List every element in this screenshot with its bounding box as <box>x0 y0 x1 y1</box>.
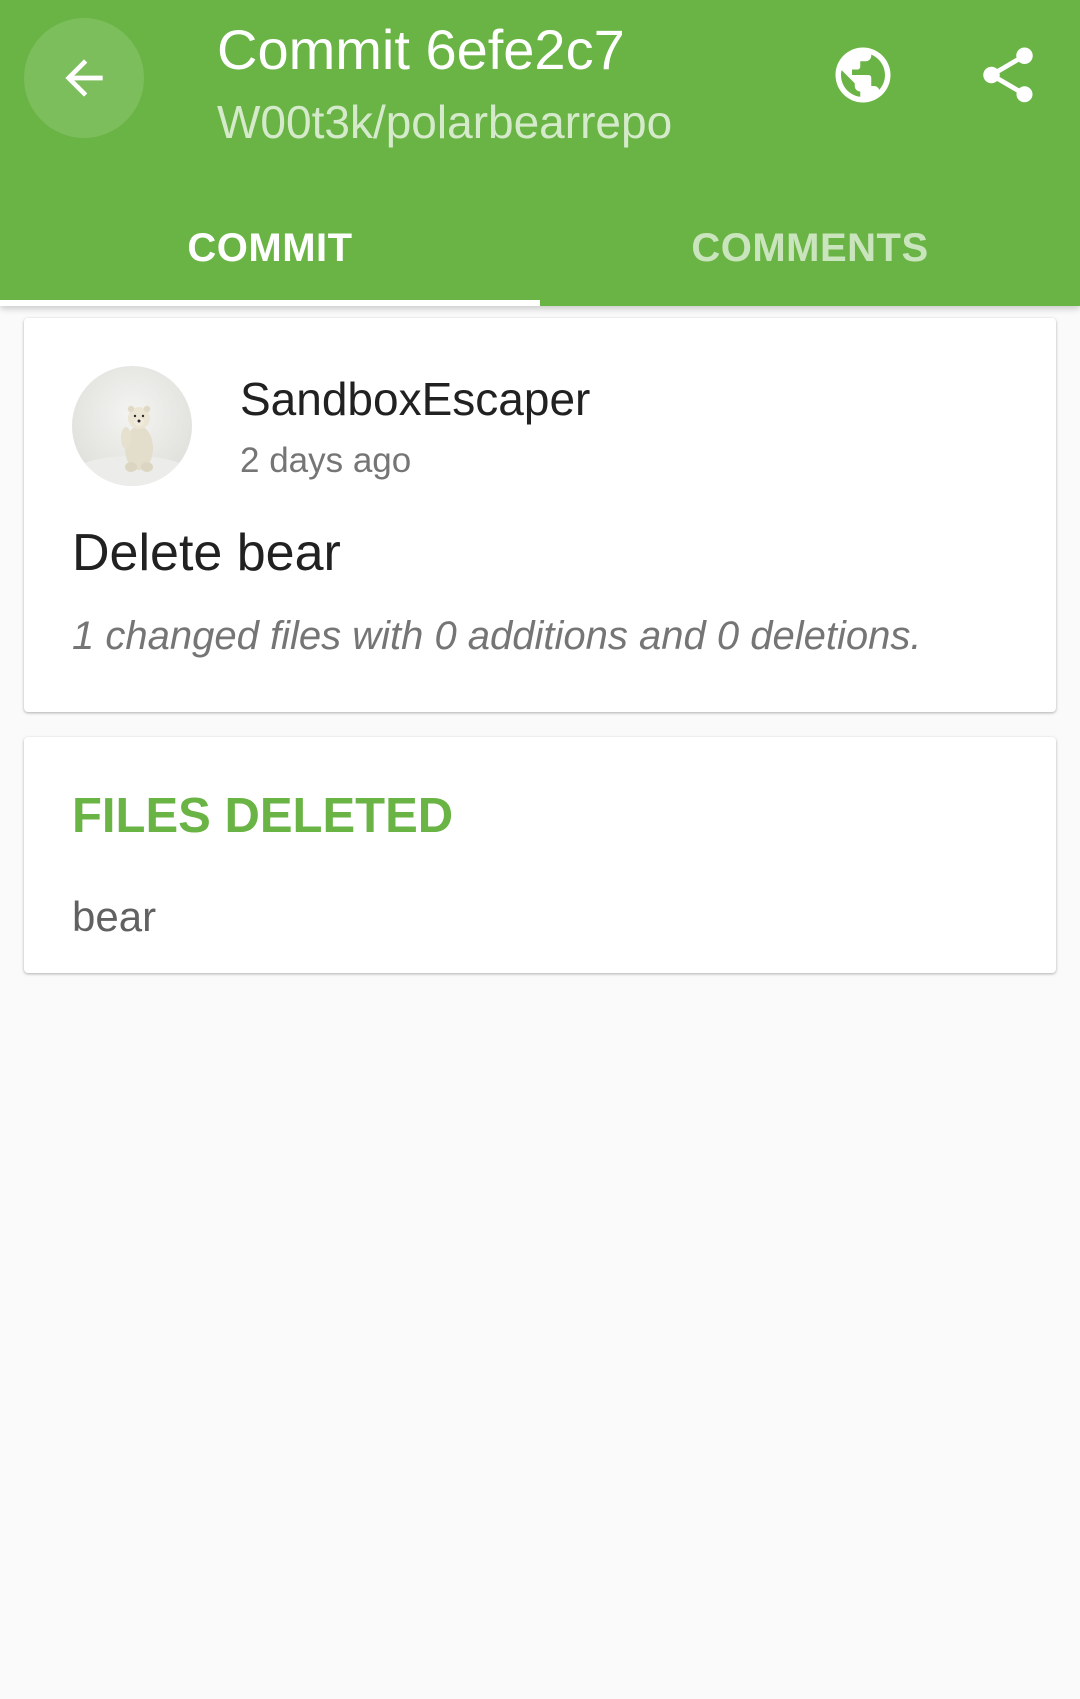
tab-comments[interactable]: COMMENTS <box>540 190 1080 306</box>
commit-card: SandboxEscaper 2 days ago Delete bear 1 … <box>24 318 1056 712</box>
page-title: Commit 6efe2c7 <box>217 18 625 81</box>
deleted-file-item[interactable]: bear <box>72 889 156 945</box>
files-deleted-heading: FILES DELETED <box>72 789 454 843</box>
open-in-browser-button[interactable] <box>830 42 896 108</box>
tab-commit-label: COMMIT <box>187 225 353 270</box>
arrow-back-icon <box>65 59 103 97</box>
commit-summary: 1 changed files with 0 additions and 0 d… <box>72 614 922 658</box>
polar-bear-avatar-image <box>72 366 192 486</box>
tab-commit[interactable]: COMMIT <box>0 190 540 306</box>
app-bar: Commit 6efe2c7 W00t3k/polarbearrepo COMM… <box>0 0 1080 306</box>
tab-comments-label: COMMENTS <box>691 225 929 270</box>
share-icon <box>983 47 1033 103</box>
globe-icon <box>835 47 891 103</box>
commit-message: Delete bear <box>72 524 341 582</box>
avatar[interactable] <box>72 366 192 486</box>
commit-time: 2 days ago <box>240 441 412 480</box>
commit-author[interactable]: SandboxEscaper <box>240 368 590 430</box>
tab-bar: COMMIT COMMENTS <box>0 190 1080 306</box>
files-deleted-card: FILES DELETED bear <box>24 737 1056 973</box>
share-button[interactable] <box>975 42 1041 108</box>
active-tab-indicator <box>0 300 540 306</box>
repo-subtitle: W00t3k/polarbearrepo <box>217 96 673 148</box>
back-button[interactable] <box>24 18 144 138</box>
